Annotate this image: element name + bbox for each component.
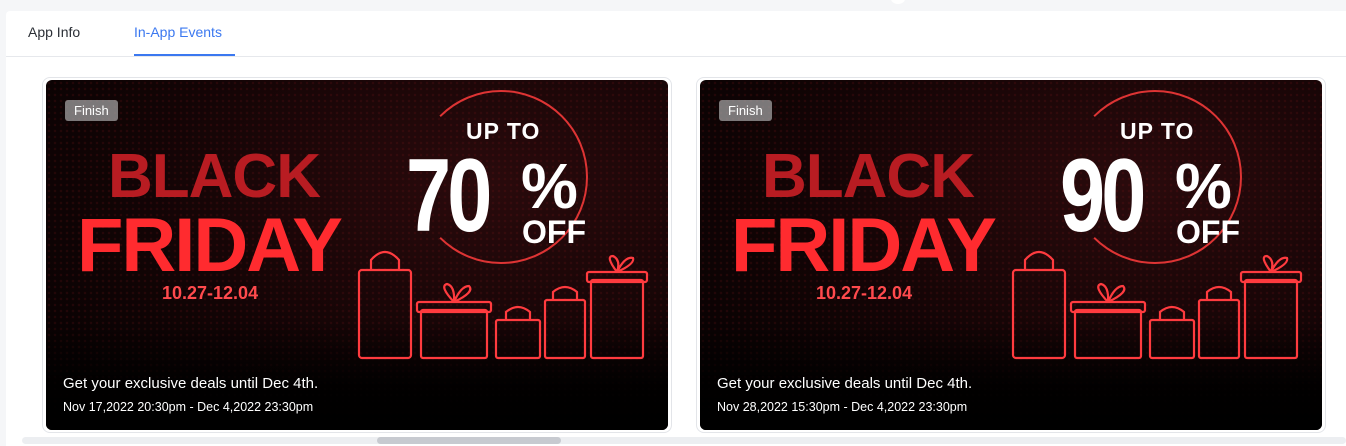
event-card[interactable]: Finish BLACK FRIDAY 10.27-12.04 UP TO 70…	[42, 77, 672, 433]
status-badge: Finish	[719, 100, 772, 121]
banner-friday-text: FRIDAY	[77, 203, 343, 288]
banner-discount: 90	[1060, 138, 1146, 254]
banner-off: OFF	[522, 214, 586, 250]
event-banner-image: Finish BLACK FRIDAY 10.27-12.04 UP TO 70…	[46, 80, 668, 430]
banner-percent: %	[521, 150, 578, 222]
banner-black-text: BLACK	[762, 142, 975, 211]
status-badge: Finish	[65, 100, 118, 121]
top-strip	[0, 0, 1346, 11]
neon-gifts-illustration	[351, 250, 651, 360]
tab-app-info[interactable]: App Info	[28, 24, 80, 40]
banner-discount: 70	[406, 138, 492, 254]
banner-dates: 10.27-12.04	[162, 283, 259, 303]
top-indicator	[891, 0, 905, 4]
event-time-range: Nov 28,2022 15:30pm - Dec 4,2022 23:30pm	[717, 400, 968, 414]
banner-friday-text: FRIDAY	[731, 203, 997, 288]
tab-in-app-events[interactable]: In-App Events	[134, 24, 222, 40]
banner-dates: 10.27-12.04	[816, 283, 913, 303]
active-tab-indicator	[134, 54, 235, 56]
banner-off: OFF	[1176, 214, 1240, 250]
event-description: Get your exclusive deals until Dec 4th.	[63, 375, 319, 392]
event-description: Get your exclusive deals until Dec 4th.	[717, 375, 973, 392]
scrollbar-thumb[interactable]	[377, 437, 561, 444]
horizontal-scrollbar[interactable]	[22, 437, 1346, 444]
event-time-range: Nov 17,2022 20:30pm - Dec 4,2022 23:30pm	[63, 400, 314, 414]
event-card[interactable]: Finish BLACK FRIDAY 10.27-12.04 UP TO 90…	[696, 77, 1326, 433]
banner-percent: %	[1175, 150, 1232, 222]
neon-gifts-illustration	[1005, 250, 1305, 360]
banner-black-text: BLACK	[108, 142, 321, 211]
content-panel: App Info In-App Events Finish BLACK FRID…	[6, 11, 1346, 446]
event-banner-image: Finish BLACK FRIDAY 10.27-12.04 UP TO 90…	[700, 80, 1322, 430]
tab-bar: App Info In-App Events	[6, 11, 1346, 57]
